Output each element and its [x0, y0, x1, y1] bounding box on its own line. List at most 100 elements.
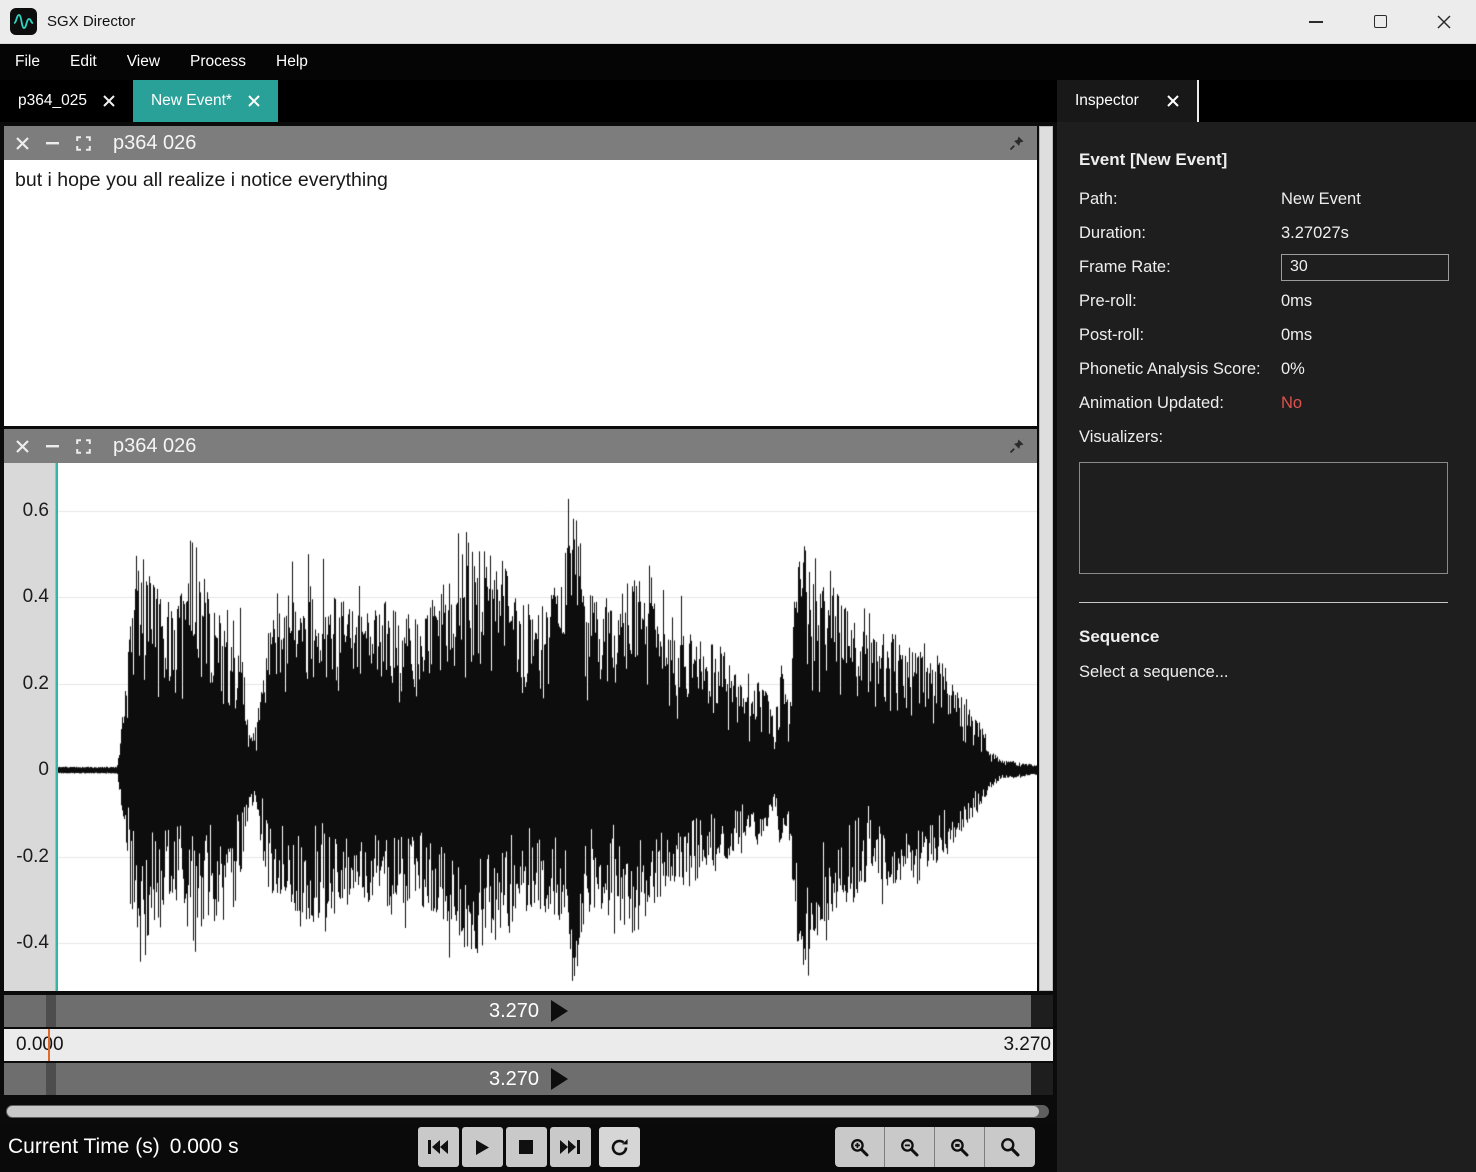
waveform-plot[interactable]	[56, 463, 1037, 991]
range-bar-top[interactable]: 3.270	[4, 995, 1053, 1027]
current-time-value: 0.000 s	[170, 1135, 239, 1159]
inspector-row-duration: Duration: 3.27027s	[1079, 216, 1476, 250]
y-axis-label: 0.4	[23, 586, 49, 608]
play-marker-icon[interactable]	[551, 1000, 568, 1022]
menu-item-help[interactable]: Help	[261, 53, 323, 71]
skip-to-end-button[interactable]	[550, 1127, 591, 1167]
visualizers-listbox[interactable]	[1079, 462, 1448, 574]
y-axis-label: 0.6	[23, 500, 49, 522]
sequence-placeholder[interactable]: Select a sequence...	[1079, 663, 1476, 682]
inspector-row-visualizers: Visualizers:	[1079, 420, 1476, 454]
y-axis-label: -0.2	[16, 846, 49, 868]
menu-item-file[interactable]: File	[0, 53, 55, 71]
window-close-button[interactable]	[1412, 0, 1476, 43]
field-value: 3.27027s	[1281, 224, 1349, 243]
sequence-heading: Sequence	[1079, 627, 1476, 647]
horizontal-scrollbar-thumb[interactable]	[7, 1106, 1039, 1117]
range-handle-left[interactable]	[46, 995, 56, 1027]
tab-new-event[interactable]: New Event*	[133, 80, 278, 122]
tab-inspector[interactable]: Inspector	[1057, 80, 1197, 122]
panel-close-icon[interactable]	[16, 440, 29, 453]
panel-close-icon[interactable]	[16, 137, 29, 150]
loop-button[interactable]	[599, 1127, 640, 1167]
zoom-selection-button[interactable]	[935, 1127, 985, 1167]
waveform-y-axis: 0.6 0.4 0.2 0 -0.2 -0.4	[4, 463, 56, 991]
panel-pin-icon[interactable]	[1009, 135, 1025, 151]
tab-label: Inspector	[1075, 92, 1139, 110]
menu-item-process[interactable]: Process	[175, 53, 261, 71]
skip-to-start-button[interactable]	[418, 1127, 459, 1167]
current-time-label: Current Time (s)	[8, 1135, 160, 1159]
range-handle-right[interactable]	[1031, 1063, 1053, 1095]
vertical-scrollbar-thumb[interactable]	[1040, 127, 1052, 990]
titlebar: SGX Director	[0, 0, 1476, 44]
field-label: Duration:	[1079, 224, 1281, 243]
transcript-panel: p364 026 but i hope you all realize i no…	[4, 126, 1037, 426]
workspace-column: p364 026 but i hope you all realize i no…	[0, 122, 1057, 1172]
zoom-in-icon	[850, 1138, 869, 1157]
field-label: Phonetic Analysis Score:	[1079, 360, 1281, 379]
field-label: Path:	[1079, 190, 1281, 209]
zoom-in-button[interactable]	[835, 1127, 885, 1167]
panel-title: p364 026	[113, 435, 196, 458]
inspector-row-pre-roll: Pre-roll: 0ms	[1079, 284, 1476, 318]
horizontal-scrollbar[interactable]	[6, 1105, 1049, 1118]
panel-minimize-icon[interactable]	[46, 444, 59, 448]
menu-item-view[interactable]: View	[112, 53, 175, 71]
waveform-canvas[interactable]	[56, 463, 1037, 991]
tab-separator	[1197, 80, 1199, 122]
section-divider	[1079, 602, 1448, 603]
zoom-reset-button[interactable]	[985, 1127, 1035, 1167]
vertical-scrollbar[interactable]	[1039, 126, 1053, 991]
tab-p364-025[interactable]: p364_025	[0, 80, 133, 122]
menu-item-edit[interactable]: Edit	[55, 53, 112, 71]
y-axis-label: 0.2	[23, 673, 49, 695]
panel-expand-icon[interactable]	[76, 439, 91, 454]
tab-label: p364_025	[18, 92, 87, 110]
skip-start-icon	[426, 1139, 450, 1155]
panel-pin-icon[interactable]	[1009, 438, 1025, 454]
window-maximize-button[interactable]	[1348, 0, 1412, 43]
window-title: SGX Director	[47, 13, 135, 30]
ruler-end-time: 3.270	[1003, 1034, 1051, 1056]
zoom-out-button[interactable]	[885, 1127, 935, 1167]
range-duration-value: 3.270	[489, 1000, 539, 1023]
stop-button[interactable]	[506, 1127, 547, 1167]
inspector-row-phonetic-score: Phonetic Analysis Score: 0%	[1079, 352, 1476, 386]
range-handle-right[interactable]	[1031, 995, 1053, 1027]
transcript-text[interactable]: but i hope you all realize i notice ever…	[4, 160, 1037, 426]
panel-title: p364 026	[113, 132, 196, 155]
ruler-playhead-tick[interactable]	[48, 1029, 50, 1061]
waveform-panel-header: p364 026	[4, 429, 1037, 463]
app-logo-icon	[10, 8, 37, 35]
frame-rate-input[interactable]	[1281, 254, 1449, 281]
ruler-start-time: 0.000	[16, 1034, 64, 1056]
field-value: 0%	[1281, 360, 1305, 379]
range-bar-bottom[interactable]: 3.270	[4, 1063, 1053, 1095]
transcript-panel-header: p364 026	[4, 126, 1037, 160]
tab-row: p364_025 New Event* Inspector	[0, 80, 1476, 122]
field-label: Visualizers:	[1079, 428, 1281, 447]
inspector-panel: Event [New Event] Path: New Event Durati…	[1057, 122, 1476, 1172]
panel-expand-icon[interactable]	[76, 136, 91, 151]
window-minimize-button[interactable]	[1284, 0, 1348, 43]
field-label: Post-roll:	[1079, 326, 1281, 345]
waveform-panel: p364 026 0.6 0.4 0.2	[4, 429, 1037, 991]
field-label: Frame Rate:	[1079, 258, 1281, 277]
play-button[interactable]	[462, 1127, 503, 1167]
field-value: 0ms	[1281, 326, 1312, 345]
inspector-row-frame-rate: Frame Rate:	[1079, 250, 1476, 284]
time-ruler[interactable]: 0.000 3.270	[4, 1029, 1053, 1061]
y-axis-label: -0.4	[16, 932, 49, 954]
tab-close-icon[interactable]	[1167, 95, 1179, 107]
field-value: 0ms	[1281, 292, 1312, 311]
panel-minimize-icon[interactable]	[46, 141, 59, 145]
tab-close-icon[interactable]	[248, 95, 260, 107]
field-value: No	[1281, 394, 1302, 413]
play-marker-icon[interactable]	[551, 1068, 568, 1090]
stop-icon	[518, 1139, 534, 1155]
playhead-cursor[interactable]	[56, 463, 58, 991]
close-icon	[1437, 15, 1451, 29]
tab-close-icon[interactable]	[103, 95, 115, 107]
range-handle-left[interactable]	[46, 1063, 56, 1095]
